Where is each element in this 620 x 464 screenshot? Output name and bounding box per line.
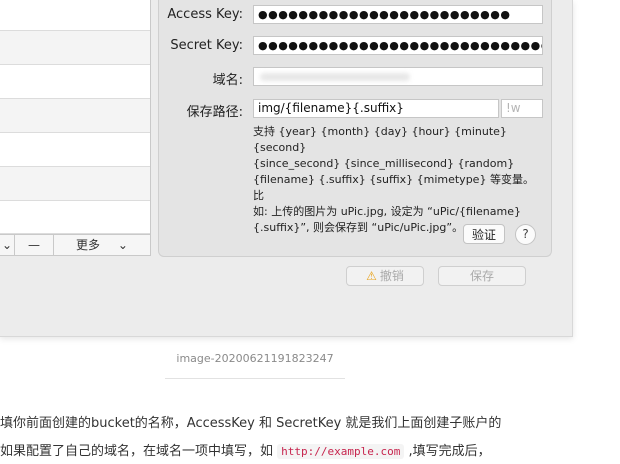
chevron-down-icon: ⌄	[117, 238, 128, 252]
host-list	[0, 0, 151, 256]
redacted-domain	[260, 73, 410, 81]
list-item[interactable]	[0, 65, 150, 99]
secret-key-field[interactable]: ●●●●●●●●●●●●●●●●●●●●●●●●●●●●●●	[253, 36, 543, 55]
hint-line: {filename} {.suffix} {suffix} {mimetype}…	[253, 173, 534, 202]
list-item[interactable]	[0, 99, 150, 133]
hint-line: 如: 上传的图片为 uPic.jpg, 设定为 “uPic/{filename}	[253, 205, 521, 218]
save-button[interactable]: 保存	[438, 266, 526, 286]
hint-line: {since_second} {since_millisecond} {rand…	[253, 157, 515, 170]
chevron-down-icon[interactable]: ⌄	[0, 235, 15, 255]
save-path-field[interactable]: img/{filename}{.suffix}	[253, 99, 499, 118]
save-path-label: 保存路径:	[186, 105, 243, 120]
verify-button[interactable]: 验证	[463, 224, 505, 244]
list-item[interactable]	[0, 201, 150, 234]
paragraph-text: ,填写完成后，	[404, 444, 491, 459]
list-item[interactable]	[0, 133, 150, 167]
list-item[interactable]	[0, 0, 150, 31]
upload-settings-screenshot: ⌄ — 更多 ⌄ Access Key: ●●●●●●●●●●●●●●●●●●●…	[0, 0, 573, 337]
more-menu-button[interactable]: 更多 ⌄	[54, 235, 150, 255]
save-path-hint: 支持 {year} {month} {day} {hour} {minute} …	[253, 124, 543, 236]
paragraph-line: 如果配置了自己的域名，在域名一项中填写，如 http://example.com…	[0, 440, 491, 459]
caption-divider	[165, 378, 345, 379]
warning-icon: ⚠	[366, 269, 377, 283]
cancel-button[interactable]: ⚠ 撤销	[346, 266, 424, 286]
image-caption: image-20200621191823247	[176, 352, 334, 365]
settings-form: Access Key: ●●●●●●●●●●●●●●●●●●●●●●●●● Se…	[158, 0, 552, 257]
remove-button[interactable]: —	[15, 235, 54, 255]
domain-field[interactable]	[253, 67, 543, 86]
secret-key-label: Secret Key:	[170, 38, 243, 53]
paragraph-line: 填你前面创建的bucket的名称，AccessKey 和 SecretKey 就…	[0, 416, 502, 431]
access-key-field[interactable]: ●●●●●●●●●●●●●●●●●●●●●●●●●	[253, 5, 543, 24]
cancel-label: 撤销	[379, 269, 404, 283]
list-item[interactable]	[0, 31, 150, 65]
domain-label: 域名:	[212, 73, 243, 88]
access-key-label: Access Key:	[167, 7, 243, 22]
suffix-field[interactable]: !w	[501, 99, 543, 118]
list-toolbar: ⌄ — 更多 ⌄	[0, 234, 150, 256]
inline-code: http://example.com	[277, 444, 405, 459]
paragraph-text: 如果配置了自己的域名，在域名一项中填写，如	[0, 444, 278, 459]
list-item[interactable]	[0, 167, 150, 201]
hint-line: 支持 {year} {month} {day} {hour} {minute} …	[253, 125, 507, 154]
help-icon[interactable]: ?	[515, 224, 536, 245]
more-label: 更多	[76, 238, 101, 252]
